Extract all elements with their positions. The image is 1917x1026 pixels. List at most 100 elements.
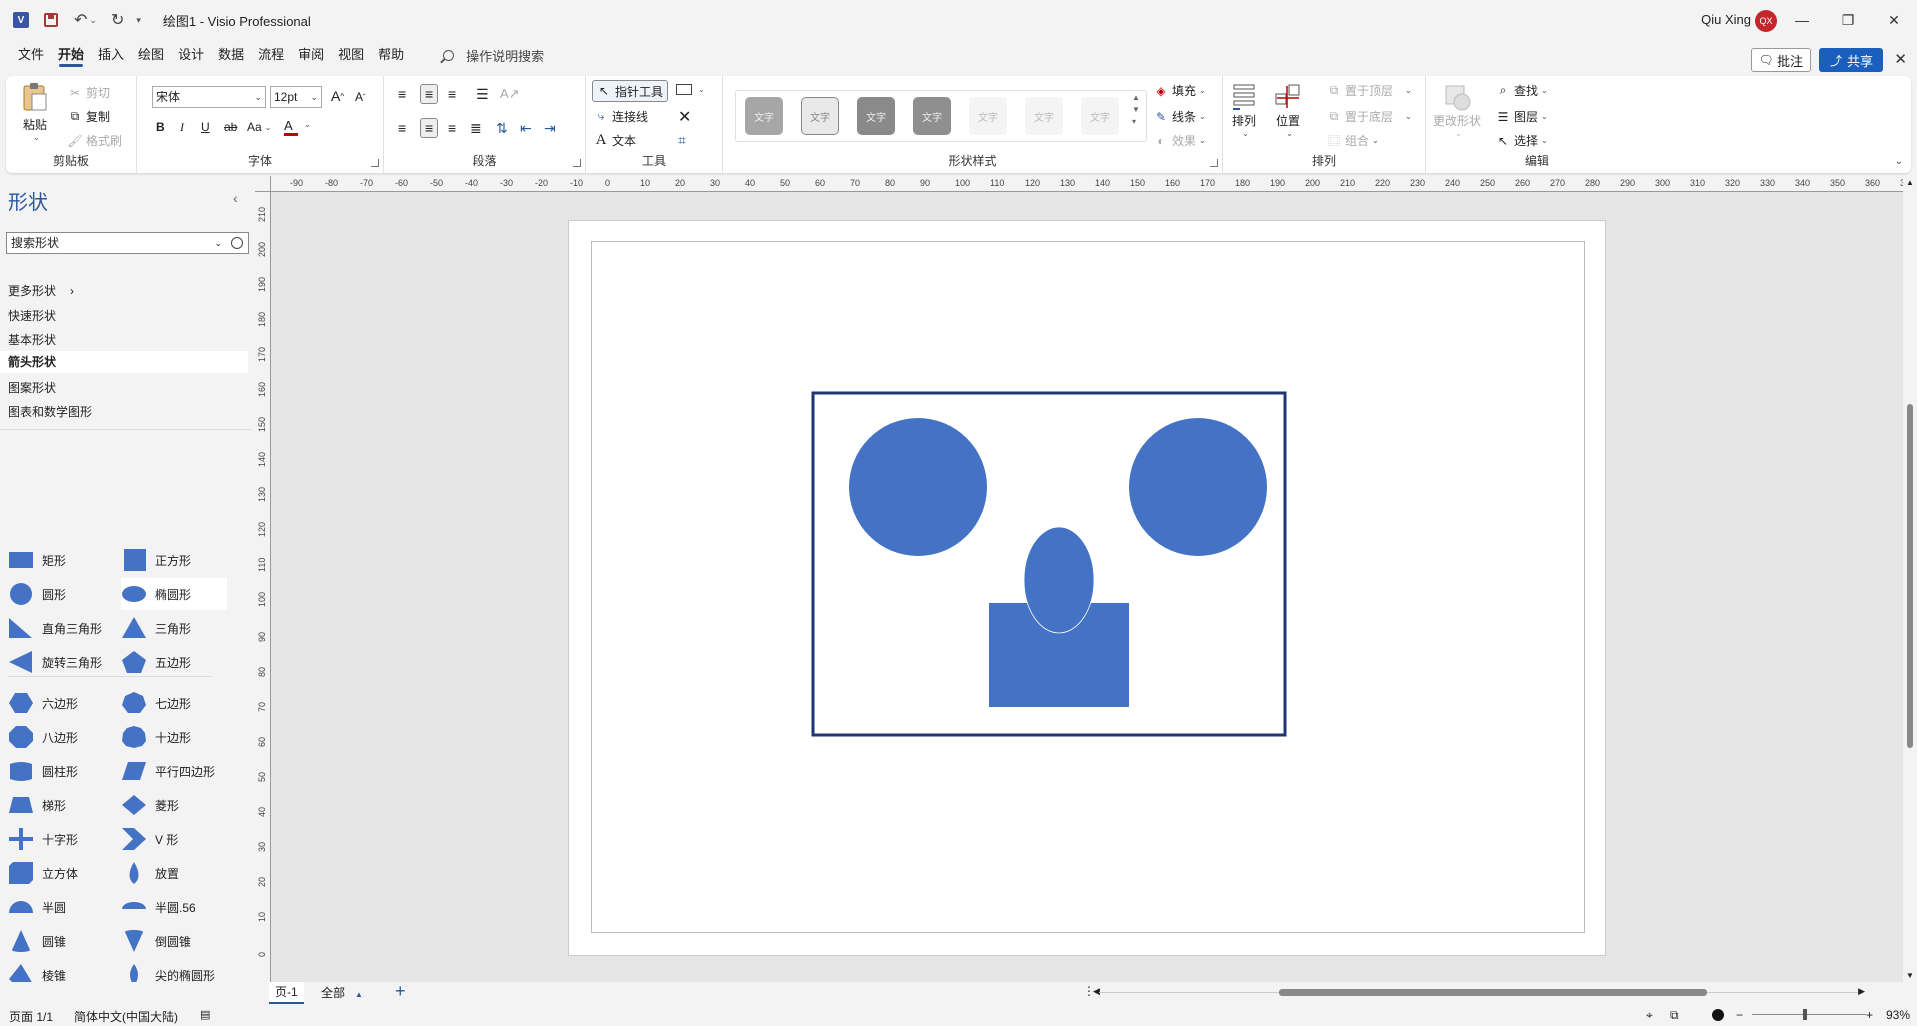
shape-item[interactable]: 五边形 bbox=[121, 646, 227, 678]
tab-help[interactable]: 帮助 bbox=[371, 40, 411, 70]
align-left-icon[interactable]: ≡ bbox=[398, 120, 406, 136]
tab-insert[interactable]: 插入 bbox=[91, 40, 131, 70]
horizontal-scroll-thumb[interactable] bbox=[1279, 989, 1707, 996]
shape-item[interactable]: 半圆 bbox=[8, 891, 114, 923]
grow-font-button[interactable]: A ^ bbox=[331, 88, 344, 104]
tab-draw[interactable]: 绘图 bbox=[131, 40, 171, 70]
style-tile[interactable]: 文字 bbox=[969, 97, 1007, 135]
font-color-dropdown[interactable]: ⌄ bbox=[301, 120, 311, 129]
shape-item[interactable]: 菱形 bbox=[121, 789, 227, 821]
undo-icon[interactable]: ↶ bbox=[74, 10, 87, 30]
zoom-slider-thumb[interactable] bbox=[1803, 1009, 1807, 1020]
layers-button[interactable]: ☰ 图层 ⌄ bbox=[1496, 108, 1548, 125]
fill-button[interactable]: ◈ 填充 ⌄ bbox=[1154, 82, 1205, 99]
shape-item[interactable]: 六边形 bbox=[8, 687, 114, 719]
tab-design[interactable]: 设计 bbox=[171, 40, 211, 70]
zoom-level[interactable]: 93% bbox=[1886, 1008, 1910, 1022]
format-painter-button[interactable]: 🖌 格式刷 bbox=[67, 132, 122, 149]
shape-item[interactable]: 椭圆形 bbox=[121, 578, 227, 610]
crop-tool-icon[interactable]: ⌗ bbox=[678, 132, 686, 149]
fit-page-icon[interactable]: ⌖ bbox=[1646, 1008, 1653, 1023]
align-top-icon[interactable]: ≡ bbox=[398, 86, 406, 102]
tab-process[interactable]: 流程 bbox=[251, 40, 291, 70]
horizontal-scrollbar[interactable]: ◀ ▶ bbox=[1093, 986, 1865, 999]
connection-point-icon[interactable]: ✕ bbox=[678, 107, 691, 127]
user-name[interactable]: Qiu Xing bbox=[1701, 12, 1751, 27]
copy-button[interactable]: ⧉ 复制 bbox=[68, 108, 110, 125]
shape-item[interactable]: 十边形 bbox=[121, 721, 227, 753]
style-tile[interactable]: 文字 bbox=[745, 97, 783, 135]
font-size-select[interactable]: 12pt ⌄ bbox=[270, 86, 322, 108]
switch-windows-icon[interactable]: ⧉ bbox=[1670, 1008, 1679, 1023]
shape-search-input[interactable]: 搜索形状 ⌄ bbox=[6, 232, 249, 254]
strikethrough-button[interactable]: ab bbox=[224, 120, 237, 134]
category-quick-shapes[interactable]: 快速形状 bbox=[8, 307, 56, 324]
bring-to-front-button[interactable]: ⧉ 置于顶层 ⌄ bbox=[1327, 82, 1412, 99]
scroll-up-icon[interactable]: ▲ bbox=[1906, 178, 1914, 187]
paragraph-dialog-launcher-icon[interactable] bbox=[573, 159, 581, 167]
underline-button[interactable]: U bbox=[201, 120, 210, 134]
style-tile[interactable]: 文字 bbox=[1081, 97, 1119, 135]
shape-item[interactable]: 十字形 bbox=[8, 823, 114, 855]
collapse-panel-icon[interactable]: ‹ bbox=[233, 190, 238, 206]
chevron-down-icon[interactable]: ⌄ bbox=[214, 233, 222, 253]
search-icon[interactable] bbox=[231, 237, 243, 249]
presentation-mode-icon[interactable] bbox=[1712, 1009, 1724, 1021]
tab-review[interactable]: 审阅 bbox=[291, 40, 331, 70]
collapse-ribbon-icon[interactable]: ⌄ bbox=[1895, 156, 1903, 167]
align-center-icon[interactable]: ≡ bbox=[420, 118, 439, 138]
shape-item[interactable]: 棱锥 bbox=[8, 959, 114, 982]
increase-indent-icon[interactable]: ⇥ bbox=[544, 120, 556, 137]
drawing-page[interactable] bbox=[568, 220, 1606, 956]
macro-icon[interactable]: ▤ bbox=[200, 1008, 210, 1021]
bold-button[interactable]: B bbox=[156, 120, 165, 134]
rectangle-tool-button[interactable]: ⌄ bbox=[676, 84, 705, 95]
shape-item[interactable]: 矩形 bbox=[8, 544, 114, 576]
save-icon[interactable] bbox=[42, 11, 60, 29]
category-charts-math[interactable]: 图表和数学图形 bbox=[8, 403, 92, 420]
bullets-icon[interactable]: ☰ bbox=[476, 86, 489, 103]
shape-item[interactable]: 梯形 bbox=[8, 789, 114, 821]
arrange-button[interactable]: 排列 ⌄ bbox=[1231, 82, 1257, 138]
change-case-button[interactable]: Aa ⌄ bbox=[247, 120, 271, 134]
group-button[interactable]: ⿴组合 ⌄ bbox=[1327, 132, 1379, 149]
shape-item[interactable]: 正方形 bbox=[121, 544, 227, 576]
connector-button[interactable]: ⤷ 连接线 bbox=[594, 108, 648, 125]
shape-item[interactable]: V 形 bbox=[121, 823, 227, 855]
left-circle[interactable] bbox=[849, 418, 987, 556]
shape-item[interactable]: 圆柱形 bbox=[8, 755, 114, 787]
shrink-font-button[interactable]: Aˇ bbox=[355, 90, 366, 104]
shape-item[interactable]: 七边形 bbox=[121, 687, 227, 719]
align-right-icon[interactable]: ≡ bbox=[448, 120, 456, 136]
tab-home[interactable]: 开始 bbox=[51, 40, 91, 70]
style-tile[interactable]: 文字 bbox=[1025, 97, 1063, 135]
position-button[interactable]: 位置 ⌄ bbox=[1273, 82, 1303, 138]
zoom-slider-track[interactable] bbox=[1752, 1014, 1866, 1015]
avatar[interactable]: QX bbox=[1755, 10, 1777, 32]
shape-item[interactable]: 旋转三角形 bbox=[8, 646, 114, 678]
vertical-ruler[interactable]: 210 200 190 180 170 160 150 140 130 120 110 100 90 80… bbox=[255, 192, 271, 982]
zoom-in-icon[interactable]: + bbox=[1866, 1008, 1873, 1022]
style-tile[interactable]: 文字 bbox=[857, 97, 895, 135]
gallery-scroll-icon[interactable]: ▲ ▼ ▾ bbox=[1132, 92, 1140, 128]
close-icon[interactable]: ✕ bbox=[1871, 0, 1917, 40]
shape-item[interactable]: 直角三角形 bbox=[8, 612, 114, 644]
font-color-button[interactable]: A bbox=[284, 118, 298, 136]
category-arrow-shapes[interactable]: 箭头形状 bbox=[0, 351, 248, 373]
pointer-tool-button[interactable]: ↖ 指针工具 bbox=[592, 80, 669, 102]
all-pages-tab[interactable]: 全部 ▲ bbox=[321, 982, 363, 1004]
text-direction-icon[interactable]: A↗ bbox=[500, 86, 520, 102]
change-shape-button[interactable]: 更改形状 ⌄ bbox=[1426, 82, 1488, 142]
add-page-icon[interactable]: + bbox=[395, 981, 406, 1002]
select-button[interactable]: ↖ 选择 ⌄ bbox=[1496, 132, 1548, 149]
align-middle-icon[interactable]: ≡ bbox=[420, 84, 439, 104]
send-to-back-button[interactable]: ⧉ 置于底层 ⌄ bbox=[1327, 108, 1412, 125]
share-button[interactable]: ⤴ 共享 bbox=[1819, 48, 1883, 72]
tab-view[interactable]: 视图 bbox=[331, 40, 371, 70]
shape-item[interactable]: 立方体 bbox=[8, 857, 114, 889]
italic-button[interactable]: I bbox=[180, 120, 184, 135]
shape-item[interactable]: 八边形 bbox=[8, 721, 114, 753]
font-dialog-launcher-icon[interactable] bbox=[371, 159, 379, 167]
justify-icon[interactable]: ≣ bbox=[470, 120, 482, 137]
drawing-canvas[interactable] bbox=[271, 192, 1903, 982]
